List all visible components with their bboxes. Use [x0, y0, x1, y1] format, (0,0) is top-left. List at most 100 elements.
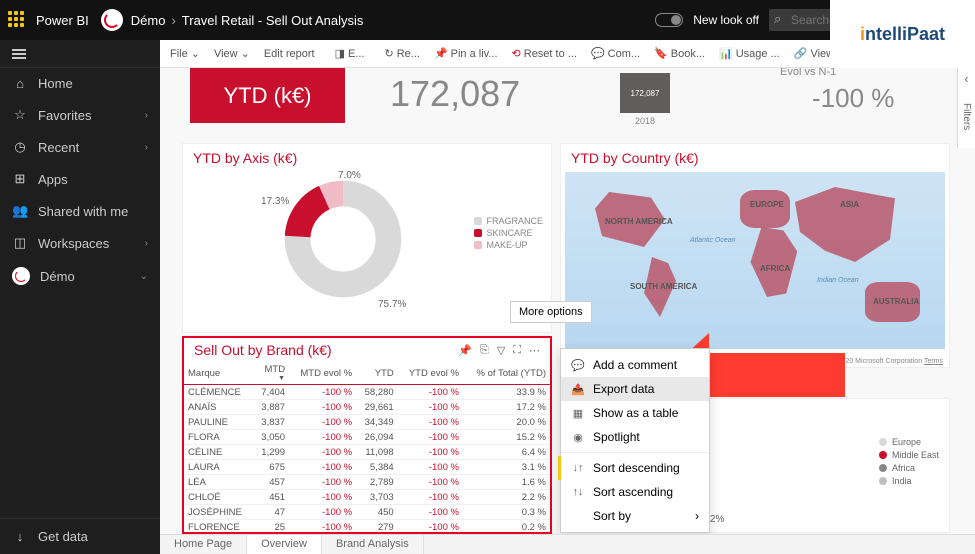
table-cell: -100 %	[398, 520, 463, 535]
app-launcher-icon[interactable]	[8, 11, 26, 29]
table-cell: 33.9 %	[463, 385, 550, 400]
tab-overview[interactable]: Overview	[247, 535, 322, 554]
demo-avatar	[12, 267, 30, 285]
new-look-toggle[interactable]	[655, 13, 683, 27]
explore-icon: ◨	[335, 47, 345, 60]
nav-favorites[interactable]: ☆Favorites›	[0, 99, 160, 131]
download-icon: ↓	[12, 529, 28, 544]
tb-view[interactable]: View ⌄	[208, 44, 256, 63]
nav-apps[interactable]: ⊞Apps	[0, 163, 160, 195]
nav-workspaces[interactable]: ◫Workspaces›	[0, 227, 160, 259]
tb-bookmarks[interactable]: 🔖Book...	[648, 44, 711, 63]
tb-edit[interactable]: Edit report	[258, 45, 321, 63]
chevron-down-icon: ⌄	[241, 47, 250, 60]
tb-pin[interactable]: 📌Pin a liv...	[428, 44, 504, 63]
table-cell: -100 %	[398, 430, 463, 445]
table-cell: 58,280	[356, 385, 398, 400]
pin-icon[interactable]: 📌	[458, 344, 472, 357]
tb-explore[interactable]: ◨E...	[329, 44, 371, 63]
column-header[interactable]: YTD evol %	[398, 362, 463, 385]
table-cell: 20.0 %	[463, 415, 550, 430]
table-row[interactable]: CHLOÉ451-100 %3,703-100 %2.2 %	[184, 490, 550, 505]
table-row[interactable]: FLORENCE25-100 %279-100 %0.2 %	[184, 520, 550, 535]
ctx-add-comment[interactable]: 💬Add a comment	[561, 353, 709, 377]
sellout-by-brand-table[interactable]: Sell Out by Brand (k€) 📌 ⎘ ▽ ⛶ ⋯ MarqueM…	[182, 336, 552, 534]
chevron-right-icon: ›	[695, 509, 699, 523]
evol-value: -100 %	[812, 83, 894, 114]
table-cell: ANAÏS	[184, 400, 253, 415]
ytd-card[interactable]: YTD (k€)	[190, 68, 345, 123]
more-icon[interactable]: ⋯	[529, 344, 540, 357]
column-header[interactable]: MTD evol %	[289, 362, 356, 385]
map-area[interactable]: NORTH AMERICA SOUTH AMERICA EUROPE AFRIC…	[565, 172, 945, 349]
chart-legend: Europe Middle East Africa India	[879, 434, 939, 489]
ctx-export-data[interactable]: 📤Export data	[561, 377, 709, 401]
nav-fav-label: Favorites	[38, 108, 91, 123]
tb-file[interactable]: File ⌄	[164, 44, 206, 63]
copy-icon[interactable]: ⎘	[480, 344, 489, 357]
table-cell: PAULINE	[184, 415, 253, 430]
table-cell: 279	[356, 520, 398, 535]
ctx-sort-asc[interactable]: ↑↓Sort ascending	[561, 480, 709, 504]
bookmark-icon: 🔖	[654, 47, 668, 60]
ctx-spotlight[interactable]: ◉Spotlight	[561, 425, 709, 449]
ytd-mini-card[interactable]: 172,087	[620, 73, 670, 113]
nav-recent[interactable]: ◷Recent›	[0, 131, 160, 163]
crumb-report[interactable]: Travel Retail - Sell Out Analysis	[182, 13, 364, 28]
crumb-workspace[interactable]: Démo	[131, 13, 166, 28]
tb-refresh[interactable]: ↻Re...	[379, 44, 426, 63]
spotlight-icon: ◉	[571, 431, 585, 444]
ctx-sort-by[interactable]: Sort by›	[561, 504, 709, 528]
filters-pane-toggle[interactable]: Filters	[957, 68, 975, 148]
more-options-tooltip: More options	[510, 301, 592, 323]
table-row[interactable]: CÉLINE1,299-100 %11,098-100 %6.4 %	[184, 445, 550, 460]
tab-brand[interactable]: Brand Analysis	[322, 535, 424, 554]
annotation-arrow	[705, 353, 845, 397]
table-cell: 450	[356, 505, 398, 520]
ctx-show-table[interactable]: ▦Show as a table	[561, 401, 709, 425]
tb-reset[interactable]: ⟲Reset to ...	[506, 44, 583, 63]
mini-year: 2018	[635, 116, 655, 126]
workspace-avatar[interactable]	[101, 9, 123, 31]
table-cell: -100 %	[398, 475, 463, 490]
report-canvas: YTD (k€) 172,087 172,087 2018 Evol vs N-…	[160, 68, 975, 534]
filter-icon[interactable]: ▽	[497, 344, 505, 357]
nav-home[interactable]: ⌂Home	[0, 68, 160, 99]
table-cell: 3,703	[356, 490, 398, 505]
table-cell: -100 %	[398, 445, 463, 460]
column-header[interactable]: MTD▼	[253, 362, 289, 385]
table-row[interactable]: JOSÉPHINE47-100 %450-100 %0.3 %	[184, 505, 550, 520]
table-row[interactable]: ANAÏS3,887-100 %29,661-100 %17.2 %	[184, 400, 550, 415]
ytd-by-country-map[interactable]: YTD by Country (k€) NORTH AMERICA SOUTH …	[560, 143, 950, 368]
column-header[interactable]: YTD	[356, 362, 398, 385]
mini-value: 172,087	[631, 89, 660, 98]
map-continent-label: NORTH AMERICA	[605, 217, 673, 226]
focus-icon[interactable]: ⛶	[513, 344, 521, 357]
table-row[interactable]: CLÉMENCE7,404-100 %58,280-100 %33.9 %	[184, 385, 550, 400]
tab-home[interactable]: Home Page	[160, 535, 247, 554]
table-cell: FLORENCE	[184, 520, 253, 535]
nav-demo[interactable]: Démo⌄	[0, 259, 160, 293]
legend-item: FRAGRANCE	[486, 216, 543, 226]
table-cell: -100 %	[289, 385, 356, 400]
table-cell: 6.4 %	[463, 445, 550, 460]
nav-shared[interactable]: 👥Shared with me	[0, 195, 160, 227]
table-row[interactable]: LAURA675-100 %5,384-100 %3.1 %	[184, 460, 550, 475]
table-row[interactable]: LÉA457-100 %2,789-100 %1.6 %	[184, 475, 550, 490]
get-data-button[interactable]: ↓Get data	[0, 518, 160, 554]
column-header[interactable]: Marque	[184, 362, 253, 385]
ytd-by-axis-chart[interactable]: YTD by Axis (k€) 17.3% 7.0% 75.7% FRAGRA…	[182, 143, 552, 333]
tb-usage[interactable]: 📊Usage ...	[713, 44, 786, 63]
donut-chart	[283, 179, 403, 299]
table-row[interactable]: PAULINE3,837-100 %34,349-100 %20.0 %	[184, 415, 550, 430]
terms-link[interactable]: Terms	[924, 358, 943, 365]
nav-collapse-button[interactable]	[0, 40, 160, 68]
map-continent-label: EUROPE	[750, 200, 784, 209]
table-row[interactable]: FLORA3,050-100 %26,094-100 %15.2 %	[184, 430, 550, 445]
column-header[interactable]: % of Total (YTD)	[463, 362, 550, 385]
tb-comments[interactable]: 💬Com...	[585, 44, 646, 63]
ctx-sort-desc[interactable]: ↓↑Sort descending	[558, 456, 709, 480]
table-cell: 1,299	[253, 445, 289, 460]
separator	[561, 452, 709, 453]
table-cell: -100 %	[289, 505, 356, 520]
